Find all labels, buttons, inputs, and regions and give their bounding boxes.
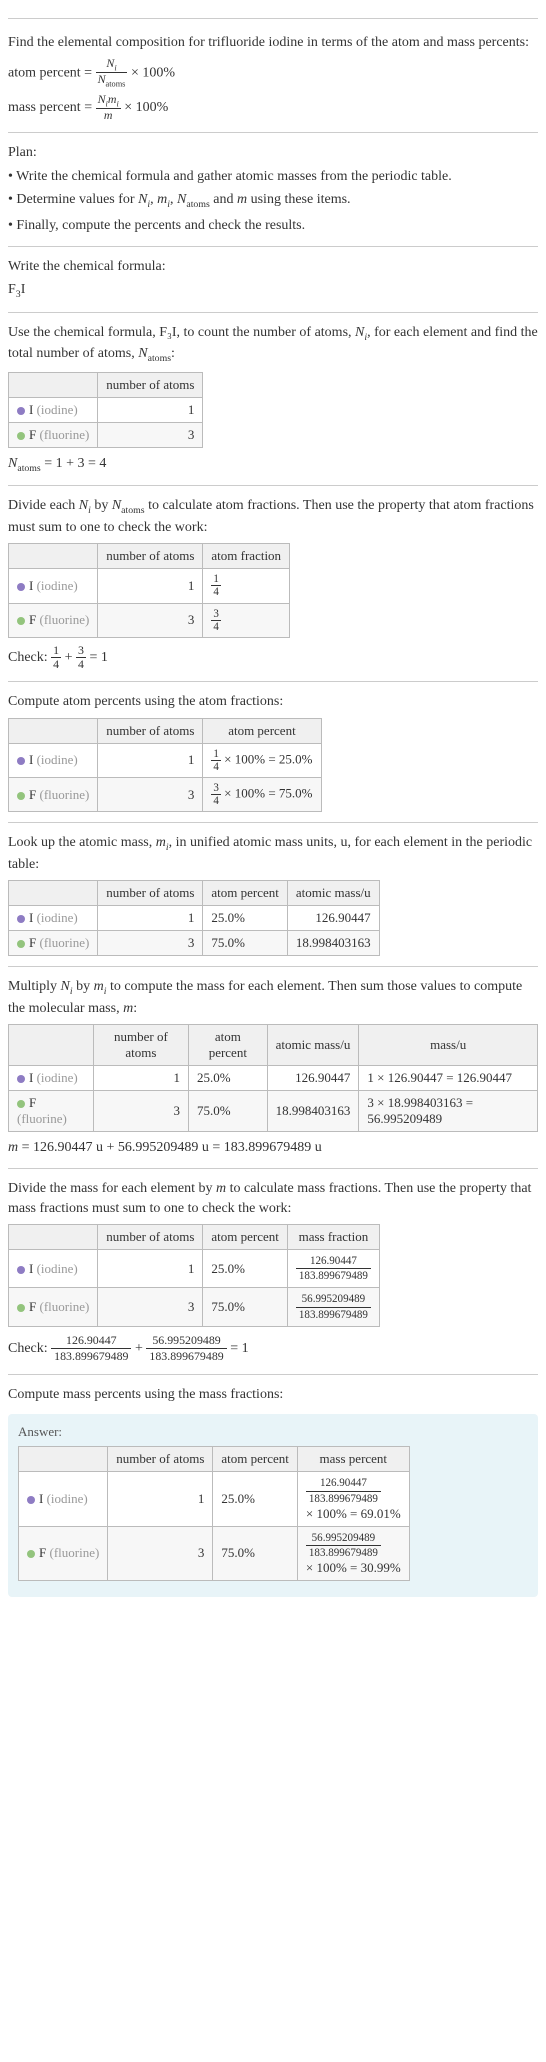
check-line: Check: 126.90447183.899679489 + 56.99520…: [8, 1333, 538, 1364]
dot-icon: [27, 1550, 35, 1558]
formula-heading: Write the chemical formula:: [8, 257, 538, 277]
massfrac-section: Divide the mass for each element by m to…: [8, 1179, 538, 1364]
dot-icon: [17, 1100, 25, 1108]
dot-icon: [17, 432, 25, 440]
th-apct: atom percent: [213, 1447, 298, 1472]
th-atoms: number of atoms: [108, 1447, 213, 1472]
table-row: F (fluorine) 3 34: [9, 603, 290, 637]
table-row: I (iodine) 1 14 × 100% = 25.0%: [9, 743, 322, 777]
th-atoms: number of atoms: [98, 881, 203, 906]
th-atoms: number of atoms: [93, 1025, 188, 1066]
answer-box: Answer: number of atoms atom percent mas…: [8, 1414, 538, 1597]
th-frac: atom fraction: [203, 544, 290, 569]
final-section: Compute mass percents using the mass fra…: [8, 1385, 538, 1597]
th-atoms: number of atoms: [98, 718, 203, 743]
th-mass: mass/u: [359, 1025, 538, 1066]
table-row: F (fluorine) 3 75.0% 56.995209489183.899…: [19, 1526, 410, 1580]
answer-table: number of atoms atom percent mass percen…: [18, 1446, 410, 1581]
th-pct: atom percent: [203, 718, 321, 743]
table-row: I (iodine) 1 25.0% 126.90447 1 × 126.904…: [9, 1066, 538, 1091]
atomfrac-table: number of atoms atom fraction I (iodine)…: [8, 543, 290, 638]
massfrac-text: Divide the mass for each element by m to…: [8, 1179, 538, 1218]
dot-icon: [17, 617, 25, 625]
label: mass percent =: [8, 100, 96, 115]
table-row: F (fluorine) 3 75.0% 56.995209489183.899…: [9, 1288, 380, 1326]
table-row: F (fluorine) 3: [9, 422, 203, 447]
plan-section: Plan: • Write the chemical formula and g…: [8, 143, 538, 235]
formula-section: Write the chemical formula: F3I: [8, 257, 538, 302]
mass-lookup-section: Look up the atomic mass, mi, in unified …: [8, 833, 538, 956]
atom-percent-formula: atom percent = Ni Natoms × 100%: [8, 57, 538, 89]
table-row: F (fluorine) 3 75.0% 18.998403163: [9, 931, 380, 956]
count-section: Use the chemical formula, F₃I, to count …: [8, 323, 538, 476]
table-row: I (iodine) 1 25.0% 126.90447183.89967948…: [19, 1472, 410, 1526]
dot-icon: [17, 757, 25, 765]
count-text: Use the chemical formula, F₃I, to count …: [8, 323, 538, 366]
th-mfrac: mass fraction: [287, 1225, 379, 1250]
table-row: I (iodine) 1 14: [9, 569, 290, 603]
dot-icon: [17, 407, 25, 415]
count-table: number of atoms I (iodine) 1 F (fluorine…: [8, 372, 203, 448]
check-line: Check: 14 + 34 = 1: [8, 644, 538, 671]
dot-icon: [17, 1075, 25, 1083]
molmass-total: m = 126.90447 u + 56.995209489 u = 183.8…: [8, 1138, 538, 1158]
th-mpct: mass percent: [297, 1447, 409, 1472]
table-row: F (fluorine) 3 34 × 100% = 75.0%: [9, 777, 322, 811]
table-row: F (fluorine) 3 75.0% 18.998403163 3 × 18…: [9, 1091, 538, 1132]
th-pct: atom percent: [203, 881, 288, 906]
th-atoms: number of atoms: [98, 1225, 203, 1250]
answer-label: Answer:: [18, 1424, 528, 1440]
th-atoms: number of atoms: [98, 372, 203, 397]
formula: F3I: [8, 280, 538, 302]
molmass-section: Multiply Ni by mi to compute the mass fo…: [8, 977, 538, 1158]
dot-icon: [17, 1304, 25, 1312]
plan-bullet-1: • Write the chemical formula and gather …: [8, 167, 538, 187]
plan-bullet-3: • Finally, compute the percents and chec…: [8, 216, 538, 236]
atompct-table: number of atoms atom percent I (iodine) …: [8, 718, 322, 813]
label: atom percent =: [8, 65, 96, 80]
plan-heading: Plan:: [8, 143, 538, 163]
times-100: × 100%: [131, 65, 175, 80]
table-row: I (iodine) 1 25.0% 126.90447183.89967948…: [9, 1250, 380, 1288]
dot-icon: [17, 1266, 25, 1274]
table-row: I (iodine) 1: [9, 397, 203, 422]
th-mass: atomic mass/u: [287, 881, 379, 906]
mass-lookup-table: number of atoms atom percent atomic mass…: [8, 880, 380, 956]
atompct-text: Compute atom percents using the atom fra…: [8, 692, 538, 712]
th-atoms: number of atoms: [98, 544, 203, 569]
times-100: × 100%: [124, 100, 168, 115]
atompct-section: Compute atom percents using the atom fra…: [8, 692, 538, 812]
mass-percent-formula: mass percent = Nimi m × 100%: [8, 93, 538, 123]
fraction: Nimi m: [96, 93, 121, 123]
intro-section: Find the elemental composition for trifl…: [8, 18, 538, 122]
molmass-text: Multiply Ni by mi to compute the mass fo…: [8, 977, 538, 1018]
intro-text: Find the elemental composition for trifl…: [8, 33, 538, 53]
dot-icon: [17, 583, 25, 591]
th-amass: atomic mass/u: [267, 1025, 359, 1066]
table-row: I (iodine) 1 25.0% 126.90447: [9, 906, 380, 931]
th-pct: atom percent: [189, 1025, 268, 1066]
th-pct: atom percent: [203, 1225, 288, 1250]
fraction: Ni Natoms: [96, 57, 128, 89]
dot-icon: [17, 792, 25, 800]
molmass-table: number of atoms atom percent atomic mass…: [8, 1024, 538, 1132]
atomfrac-section: Divide each Ni by Natoms to calculate at…: [8, 496, 538, 671]
total-atoms: Natoms = 1 + 3 = 4: [8, 454, 538, 476]
final-text: Compute mass percents using the mass fra…: [8, 1385, 538, 1405]
dot-icon: [27, 1496, 35, 1504]
plan-bullet-2: • Determine values for Ni, mi, Natoms an…: [8, 190, 538, 212]
dot-icon: [17, 915, 25, 923]
mass-lookup-text: Look up the atomic mass, mi, in unified …: [8, 833, 538, 874]
massfrac-table: number of atoms atom percent mass fracti…: [8, 1224, 380, 1327]
atomfrac-text: Divide each Ni by Natoms to calculate at…: [8, 496, 538, 537]
dot-icon: [17, 940, 25, 948]
